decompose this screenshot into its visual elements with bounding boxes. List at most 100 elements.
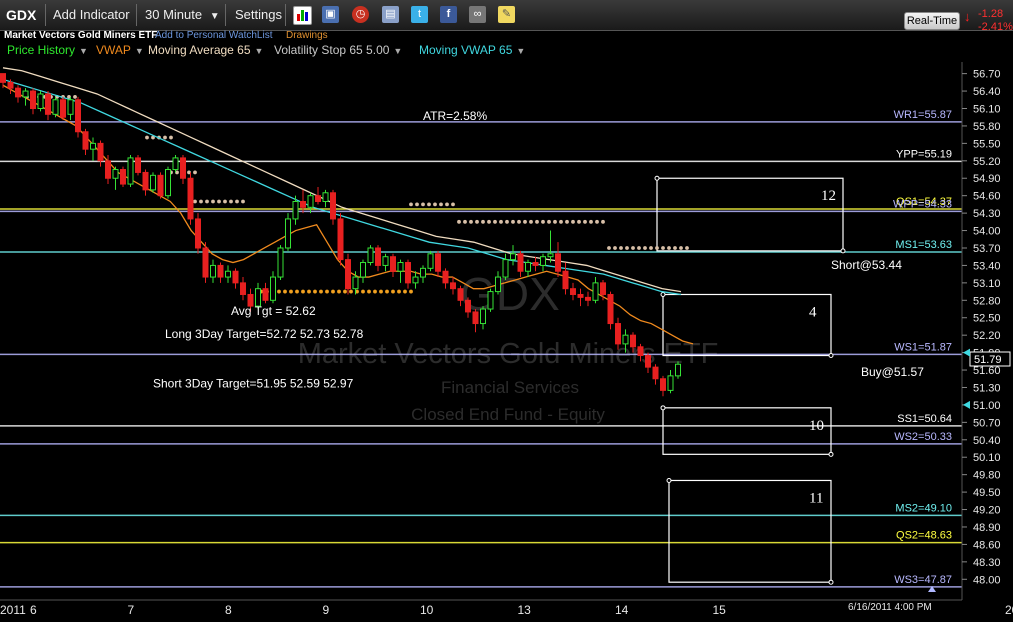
candle [45, 93, 51, 115]
y-tick-label: 48.00 [973, 574, 1001, 586]
y-tick-label: 49.50 [973, 487, 1001, 499]
volatility-stop-dot [337, 289, 341, 294]
volatility-stop-dot [559, 219, 563, 224]
volatility-stop-dot [307, 289, 311, 294]
box-handle[interactable] [654, 175, 660, 181]
box-handle[interactable] [828, 579, 834, 585]
candle [352, 276, 359, 290]
chart-annotation: Short 3Day Target=51.95 52.59 52.97 [153, 376, 354, 390]
y-tick-label: 55.80 [973, 121, 1001, 133]
candle [322, 192, 329, 202]
candle [367, 247, 374, 264]
volatility-stop-dot [667, 246, 671, 250]
candle [517, 253, 524, 272]
candle [645, 355, 651, 368]
volatility-stop-dot [73, 94, 77, 99]
candle [555, 253, 561, 272]
candle [390, 256, 396, 272]
volatility-stop-dot [433, 202, 437, 207]
y-tick-label: 53.10 [973, 278, 1001, 290]
candle [487, 291, 494, 310]
volatility-stop-dot [463, 219, 467, 224]
candle [90, 142, 96, 150]
chart-annotation: Short@53.44 [831, 258, 902, 272]
candle [465, 299, 471, 313]
box-handle[interactable] [828, 353, 834, 359]
candle [315, 195, 321, 202]
candle [637, 346, 644, 357]
candle [37, 93, 44, 109]
candle [615, 323, 621, 345]
candle [510, 253, 516, 261]
volatility-stop-dot [499, 219, 503, 224]
pivot-label: WPP=54.33 [893, 198, 952, 210]
candle [345, 259, 351, 290]
volatility-stop-dot [511, 219, 515, 224]
candle [360, 262, 366, 278]
candle [435, 253, 441, 272]
volatility-stop-dot [631, 246, 635, 250]
candle [330, 192, 336, 220]
volatility-stop-dot [409, 202, 413, 207]
volatility-stop-dot [217, 199, 221, 204]
box-handle[interactable] [666, 477, 672, 483]
volatility-stop-dot [379, 289, 383, 294]
volatility-stop-dot [319, 289, 323, 294]
candle [622, 334, 629, 345]
candle [630, 334, 636, 348]
x-tick-label: 2011 [0, 603, 26, 617]
y-tick-label: 50.40 [973, 435, 1001, 447]
candle [375, 247, 381, 266]
volatility-stop-dot [553, 219, 557, 224]
volatility-stop-dot [313, 289, 317, 294]
box-handle[interactable] [828, 451, 834, 457]
target-box[interactable] [662, 407, 832, 455]
volatility-stop-dot [385, 289, 389, 294]
candle [420, 267, 426, 278]
pivot-label: WS2=50.33 [894, 431, 952, 443]
volatility-stop-dot [583, 219, 587, 224]
volatility-stop-dot [349, 289, 353, 294]
target-box[interactable] [668, 479, 832, 583]
candle [7, 81, 14, 89]
candle [217, 264, 224, 278]
y-tick-label: 54.90 [973, 173, 1001, 185]
price-chart[interactable]: GDXMarket Vectors Gold Miners ETFFinanci… [0, 0, 1013, 622]
volatility-stop-dot [289, 289, 293, 294]
volatility-stop-dot [601, 219, 605, 224]
candle [495, 276, 501, 293]
target-box[interactable] [656, 177, 844, 252]
y-tick-label: 48.60 [973, 539, 1001, 551]
volatility-stop-dot [457, 219, 461, 224]
y-tick-label: 52.20 [973, 330, 1001, 342]
candle [210, 264, 216, 278]
chart-annotation: ATR=2.58% [423, 109, 487, 123]
y-tick-label: 53.70 [973, 243, 1001, 255]
candle [442, 270, 449, 284]
volatility-stop-dot [439, 202, 443, 207]
volatility-stop-dot [661, 246, 665, 250]
volatility-stop-dot [637, 246, 641, 250]
x-tick-label: 10 [420, 603, 434, 617]
volatility-stop-dot [163, 135, 167, 140]
volatility-stop-dot [655, 246, 659, 250]
box-handle[interactable] [660, 291, 666, 297]
candle [120, 169, 126, 185]
volatility-stop-dot [493, 219, 497, 224]
y-tick-label: 52.80 [973, 295, 1001, 307]
box-label: 11 [809, 490, 823, 506]
volatility-stop-dot [229, 199, 233, 204]
pivot-label: YPP=55.19 [896, 148, 952, 160]
watermark-type: Closed End Fund - Equity [411, 405, 605, 424]
candle [547, 253, 554, 258]
volatility-stop-dot [535, 219, 539, 224]
candle [577, 293, 584, 298]
candle [397, 262, 404, 272]
candle [472, 311, 479, 325]
candle [382, 256, 389, 266]
candle [105, 160, 111, 179]
pivot-label: WS3=47.87 [894, 574, 952, 586]
box-handle[interactable] [840, 248, 846, 254]
box-handle[interactable] [660, 405, 666, 411]
candle [300, 200, 306, 208]
